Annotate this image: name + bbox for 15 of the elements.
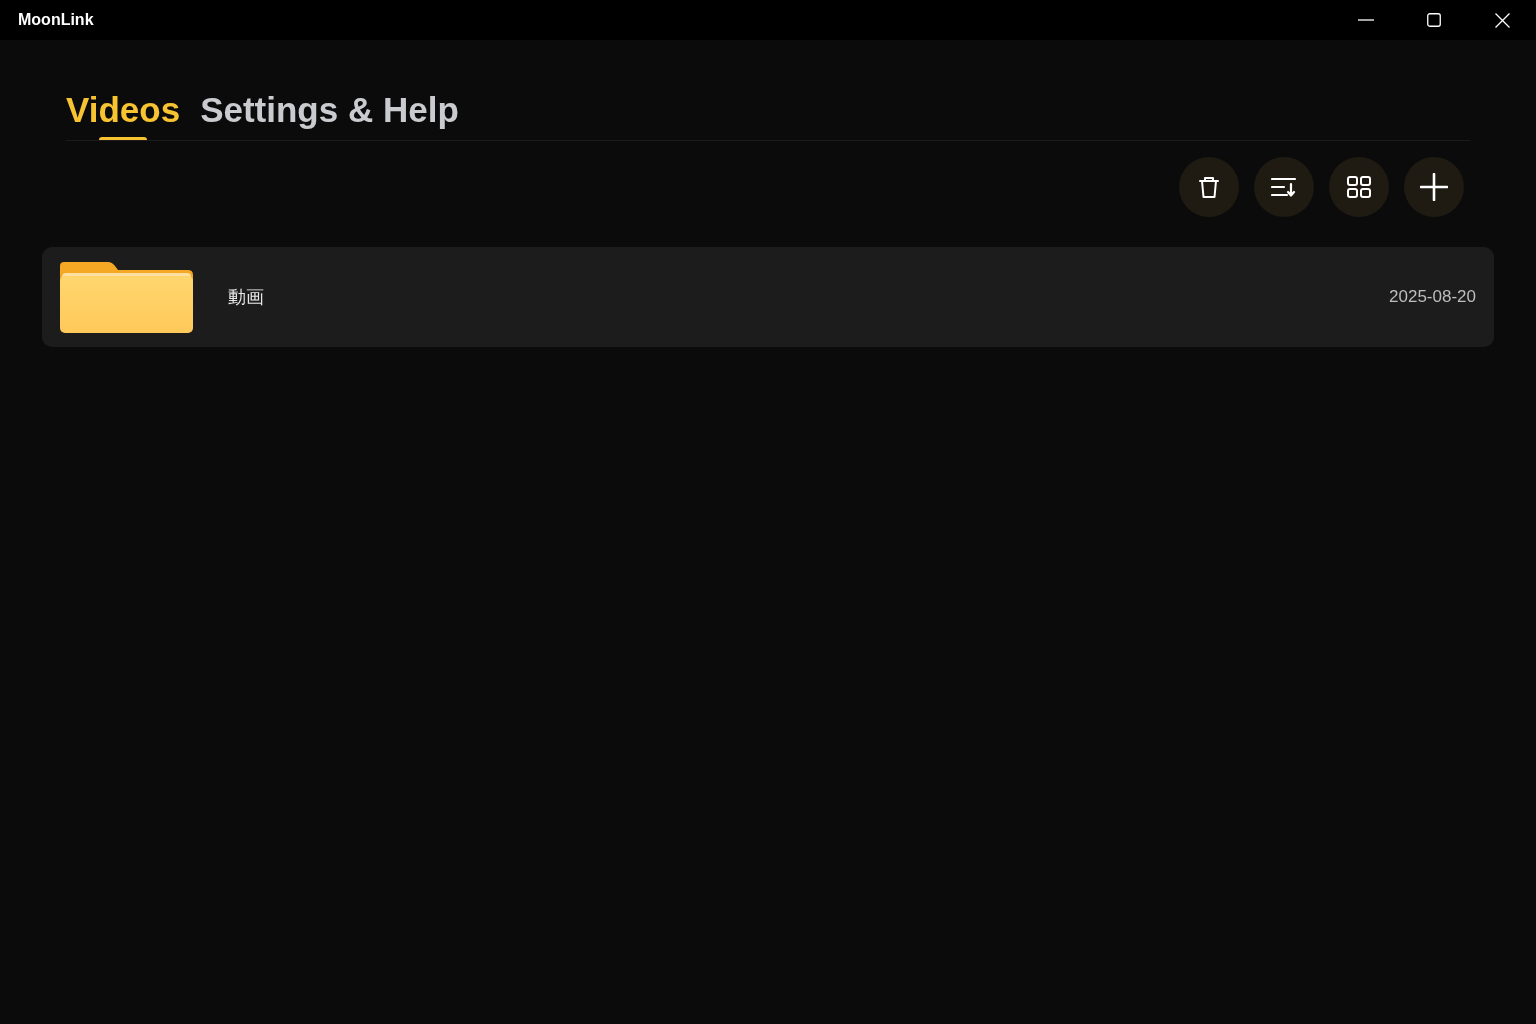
folder-name: 動画 [228,285,264,309]
folder-row[interactable]: 動画 2025-08-20 [42,247,1494,347]
tab[interactable]: Settings & Help [200,89,459,140]
window-title: MoonLink [18,10,94,30]
sort-icon [1271,177,1297,197]
grid-icon [1347,176,1371,198]
tab-indicator [99,137,148,140]
plus-icon [1420,173,1448,201]
folder-icon [60,261,193,333]
folder-date: 2025-08-20 [1389,286,1476,309]
tab[interactable]: Videos [66,89,181,140]
maximize-icon [1427,13,1441,27]
trash-icon [1199,176,1219,198]
minimize-icon [1358,19,1374,21]
close-icon [1494,12,1510,28]
